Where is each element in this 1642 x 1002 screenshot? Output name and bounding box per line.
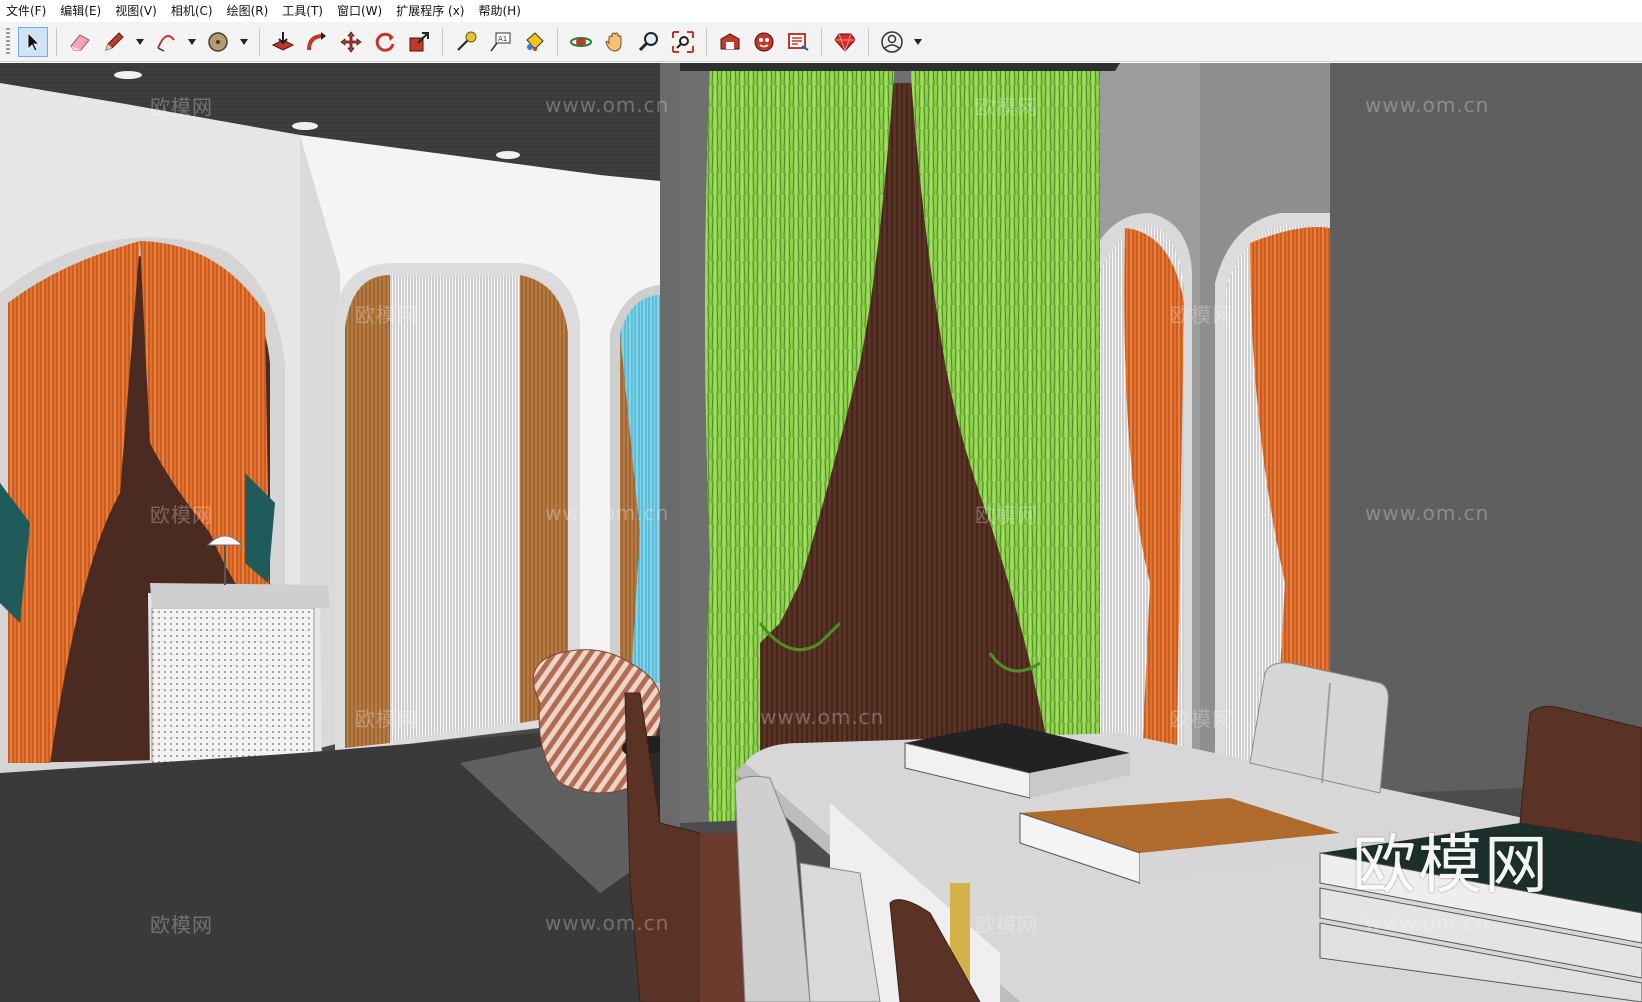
line-tool-dropdown[interactable]: [133, 27, 147, 57]
user-avatar-icon: [881, 30, 903, 53]
arc-tool-dropdown[interactable]: [185, 27, 199, 57]
rotate-icon: [375, 32, 395, 52]
hand-icon: [605, 32, 622, 52]
arc-tool-button[interactable]: [151, 27, 181, 57]
pan-tool-button[interactable]: [600, 27, 630, 57]
menu-tools[interactable]: 工具(T): [276, 0, 331, 22]
ruby-console-button[interactable]: [830, 27, 860, 57]
shapes-tool-dropdown[interactable]: [237, 27, 251, 57]
main-toolbar: A1: [0, 22, 1642, 62]
triangle-down-icon: [136, 38, 144, 45]
scale-icon: [409, 31, 429, 51]
extension-warehouse-icon: [754, 32, 774, 51]
toolbar-separator: [259, 27, 260, 56]
menu-extensions[interactable]: 扩展程序 (x): [390, 0, 472, 22]
push-pull-tool-button[interactable]: [268, 27, 298, 57]
watermark-brand: 欧模网: [355, 707, 418, 731]
watermark-brand: 欧模网: [150, 503, 213, 527]
account-dropdown[interactable]: [911, 27, 925, 57]
watermark-brand: 欧模网: [150, 95, 213, 119]
watermark-site: www.om.cn: [1365, 501, 1490, 525]
ruby-gem-icon: [834, 33, 856, 53]
watermark-site: www.om.cn: [545, 911, 670, 935]
menu-draw[interactable]: 绘图(R): [221, 0, 277, 22]
watermark-site: www.om.cn: [1365, 911, 1490, 935]
watermark-site: www.om.cn: [760, 705, 885, 729]
extension-warehouse-button[interactable]: [749, 27, 779, 57]
follow-me-icon: [307, 31, 326, 50]
text-label-icon: A1: [490, 32, 511, 51]
orbit-tool-button[interactable]: [566, 27, 596, 57]
menu-bar: 文件(F) 编辑(E) 视图(V) 相机(C) 绘图(R) 工具(T) 窗口(W…: [0, 0, 1642, 22]
orbit-icon: [570, 36, 592, 47]
text-tool-button[interactable]: A1: [485, 27, 515, 57]
menu-edit[interactable]: 编辑(E): [54, 0, 109, 22]
toolbar-separator: [868, 27, 869, 56]
line-tool-button[interactable]: [99, 27, 129, 57]
shapes-tool-button[interactable]: [203, 27, 233, 57]
watermark-brand-large: 欧模网: [1352, 829, 1550, 903]
tape-measure-icon: [457, 31, 477, 51]
watermark-site: www.om.cn: [545, 93, 670, 117]
zoom-tool-button[interactable]: [634, 27, 664, 57]
arrow-cursor-icon: [27, 31, 40, 52]
scale-tool-button[interactable]: [404, 27, 434, 57]
watermark-brand: 欧模网: [355, 303, 418, 327]
toolbar-separator: [821, 27, 822, 56]
warehouse-icon: [720, 32, 740, 49]
move-tool-button[interactable]: [336, 27, 366, 57]
watermark-brand: 欧模网: [975, 913, 1038, 937]
toolbar-separator: [56, 27, 57, 56]
menu-view[interactable]: 视图(V): [109, 0, 165, 22]
menu-window[interactable]: 窗口(W): [331, 0, 390, 22]
toolbar-separator: [706, 27, 707, 56]
select-tool-button[interactable]: [18, 26, 48, 57]
triangle-down-icon: [240, 38, 248, 45]
watermark-site: www.om.cn: [1365, 93, 1490, 117]
3d-warehouse-button[interactable]: [715, 27, 745, 57]
eraser-tool-button[interactable]: [65, 27, 95, 57]
menu-help[interactable]: 帮助(H): [472, 0, 528, 22]
zoom-extents-tool-button[interactable]: [668, 27, 698, 57]
arc-icon: [157, 34, 175, 52]
magnifier-icon: [638, 31, 658, 51]
toolbar-separator: [442, 27, 443, 56]
move-arrows-icon: [340, 30, 362, 53]
menu-file[interactable]: 文件(F): [0, 0, 54, 22]
watermark-site: www.om.cn: [545, 501, 670, 525]
triangle-down-icon: [188, 38, 196, 45]
zoom-extents-icon: [672, 30, 694, 53]
rotate-tool-button[interactable]: [370, 27, 400, 57]
paint-bucket-icon: [526, 31, 544, 51]
watermark-brand: 欧模网: [975, 503, 1038, 527]
layout-icon: [788, 32, 809, 51]
menu-camera[interactable]: 相机(C): [165, 0, 221, 22]
eraser-icon: [70, 33, 90, 50]
account-button[interactable]: [877, 27, 907, 57]
svg-text:A1: A1: [498, 35, 507, 43]
triangle-down-icon: [914, 38, 922, 45]
follow-me-tool-button[interactable]: [302, 27, 332, 57]
watermark-brand: 欧模网: [1170, 707, 1233, 731]
watermark-brand: 欧模网: [1170, 303, 1233, 327]
circle-shape-icon: [208, 31, 228, 52]
watermark-brand: 欧模网: [150, 913, 213, 937]
paint-bucket-tool-button[interactable]: [519, 27, 549, 57]
push-pull-icon: [271, 31, 295, 51]
toolbar-grip[interactable]: [6, 27, 10, 56]
layout-button[interactable]: [783, 27, 813, 57]
pencil-icon: [105, 31, 124, 51]
toolbar-separator: [557, 27, 558, 56]
model-viewport[interactable]: 欧模网 www.om.cn 欧模网 www.om.cn 欧模网 欧模网 欧模网 …: [0, 63, 1642, 1002]
watermark-brand: 欧模网: [975, 95, 1038, 119]
tape-measure-tool-button[interactable]: [451, 27, 481, 57]
